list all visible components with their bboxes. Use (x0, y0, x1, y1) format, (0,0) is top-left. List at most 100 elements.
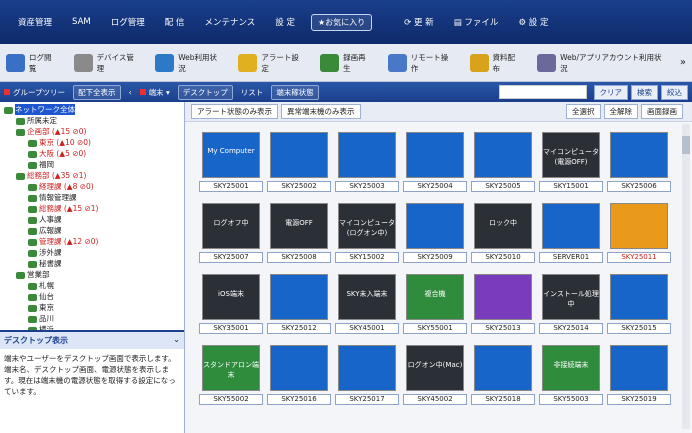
tree-node[interactable]: 仙台 (4, 291, 180, 302)
group-icon (28, 150, 37, 158)
terminal-card[interactable]: My Computer SKY25001 (199, 132, 263, 192)
terminal-card[interactable]: SERVER01 (539, 203, 603, 263)
group-icon (16, 117, 25, 125)
terminal-card[interactable]: SKY25019 (607, 345, 671, 405)
tree-node[interactable]: 総務課 (▲15 ⊘1) (4, 203, 180, 214)
terminal-card[interactable]: マイコンピュータ(ログオン中) SKY15002 (335, 203, 399, 263)
abnormal-only-button[interactable]: 異常端末機のみ表示 (281, 104, 361, 119)
alert-setting-label: アラート設定 (261, 52, 299, 73)
select-all-button[interactable]: 全選択 (566, 104, 601, 119)
toolbar-more-button[interactable]: » (680, 57, 686, 68)
list-view-button[interactable]: リスト (241, 87, 264, 98)
terminal-card[interactable]: ログオフ中 SKY25007 (199, 203, 263, 263)
show-all-button[interactable]: 配下全表示 (73, 84, 121, 100)
terminal-card[interactable]: SKY未入端末 SKY45001 (335, 274, 399, 334)
terminal-card[interactable]: 非接続端末 SKY55003 (539, 345, 603, 405)
terminal-name: SKY25016 (267, 394, 331, 405)
alert-setting-button[interactable]: アラート設定 (238, 52, 304, 74)
terminal-thumbnail: 複合機 (406, 274, 464, 320)
scrollbar[interactable] (682, 124, 690, 429)
search-button[interactable]: 検索 (631, 84, 658, 100)
menu-settings[interactable]: 設 定 (265, 16, 305, 28)
tree-node[interactable]: 東京 (4, 302, 180, 313)
tree-node[interactable]: 企画部 (▲15 ⊘0) (4, 126, 180, 137)
refresh-button[interactable]: ⟳ 更 新 (394, 16, 444, 28)
tree-node-label: 仙台 (39, 292, 54, 301)
terminal-card[interactable]: SKY25004 (403, 132, 467, 192)
status-view-button[interactable]: 端末稼状態 (271, 84, 319, 100)
terminal-card[interactable]: SKY25006 (607, 132, 671, 192)
menu-maintenance[interactable]: メンテナンス (194, 16, 265, 28)
terminal-select[interactable]: 端末 ▾ (139, 87, 170, 98)
tree-node[interactable]: 情報管理課 (4, 192, 180, 203)
terminal-name: SKY25013 (471, 323, 535, 334)
web-app-button[interactable]: Web/アプリアカウント利用状況 (537, 52, 664, 74)
tree-node[interactable]: 大阪 (▲5 ⊘0) (4, 148, 180, 159)
terminal-card[interactable]: SKY25009 (403, 203, 467, 263)
collapse-left-icon[interactable]: ‹ (129, 88, 132, 97)
tree-node[interactable]: 管理課 (▲12 ⊘0) (4, 236, 180, 247)
terminal-card[interactable]: ログオン中(Mac) SKY45002 (403, 345, 467, 405)
tree-node[interactable]: 人事課 (4, 214, 180, 225)
terminal-card[interactable]: SKY25003 (335, 132, 399, 192)
web-usage-button[interactable]: Web利用状況 (155, 52, 222, 74)
distribute-button[interactable]: 資料配布 (469, 52, 522, 74)
menu-sam[interactable]: SAM (62, 17, 101, 27)
deselect-all-button[interactable]: 全解除 (603, 104, 638, 119)
alert-only-button[interactable]: アラート状態のみ表示 (191, 104, 278, 119)
tree-node[interactable]: 福岡 (4, 159, 180, 170)
terminal-name: SKY55001 (403, 323, 467, 334)
narrow-button[interactable]: 絞込 (661, 84, 688, 100)
terminal-card[interactable]: スタンドアロン端末 SKY55002 (199, 345, 263, 405)
terminal-card[interactable]: マイコンピュータ(電源OFF) SKY15001 (539, 132, 603, 192)
scrollbar-thumb[interactable] (682, 136, 690, 154)
tree-node[interactable]: 広報課 (4, 225, 180, 236)
tree-node[interactable]: 営業部 (4, 269, 180, 280)
terminal-card[interactable]: 電源OFF SKY25008 (267, 203, 331, 263)
device-button[interactable]: デバイス管理 (73, 52, 140, 74)
tree-node[interactable]: 品川 (4, 313, 180, 324)
tree-node[interactable]: 札幌 (4, 280, 180, 291)
web-usage-label: Web利用状況 (178, 52, 218, 73)
tree-node-label: 総務課 (▲15 ⊘1) (39, 204, 99, 213)
tree-node[interactable]: ネットワーク全体 (4, 104, 180, 115)
terminal-name: SKY55002 (199, 394, 263, 405)
desktop-view-button[interactable]: デスクトップ (177, 84, 233, 100)
tree-node[interactable]: 総務部 (▲35 ⊘1) (4, 170, 180, 181)
terminal-card[interactable]: SKY25015 (607, 274, 671, 334)
record-button[interactable]: 画面録画 (641, 104, 683, 119)
favorites-button[interactable]: ★お気に入り (310, 13, 373, 31)
clear-button[interactable]: クリア (593, 84, 628, 100)
terminal-card[interactable]: SKY25017 (335, 345, 399, 405)
terminal-card[interactable]: SKY25002 (267, 132, 331, 192)
tree-node[interactable]: 秘書課 (4, 258, 180, 269)
collapse-icon[interactable]: ⌄ (173, 335, 180, 346)
tree-node[interactable]: 涉外課 (4, 247, 180, 258)
terminal-card[interactable]: iOS端末 SKY35001 (199, 274, 263, 334)
terminal-card[interactable]: 複合機 SKY55001 (403, 274, 467, 334)
tree-node[interactable]: 所属未定 (4, 115, 180, 126)
search-input[interactable] (498, 85, 587, 99)
tree-node[interactable]: 経理課 (▲8 ⊘0) (4, 181, 180, 192)
file-button[interactable]: ▤ ファイル (444, 16, 509, 28)
terminal-card[interactable]: ロック中 SKY25010 (471, 203, 535, 263)
terminal-card[interactable]: SKY25018 (471, 345, 535, 405)
config-button[interactable]: ⚙ 設 定 (508, 16, 558, 28)
menu-distribute[interactable]: 配 信 (155, 16, 195, 28)
terminal-card[interactable]: SKY25011 (607, 203, 671, 263)
terminal-thumbnail: ロック中 (474, 203, 532, 249)
terminal-card[interactable]: SKY25005 (471, 132, 535, 192)
terminal-card[interactable]: SKY25013 (471, 274, 535, 334)
group-icon (28, 183, 37, 191)
tree-node[interactable]: 東京 (▲10 ⊘0) (4, 137, 180, 148)
log-view-button[interactable]: ログ閲覧 (6, 52, 58, 74)
description-title: デスクトップ表示 (4, 336, 68, 345)
terminal-card[interactable]: SKY25012 (267, 274, 331, 334)
replay-button[interactable]: 録画再生 (320, 52, 372, 74)
menu-log[interactable]: ログ管理 (101, 16, 155, 28)
menu-asset[interactable]: 資産管理 (8, 16, 62, 28)
terminal-card[interactable]: インストール処理中 SKY25014 (539, 274, 603, 334)
remote-button[interactable]: リモート操作 (387, 52, 454, 74)
thumbnail-text: ログオン中(Mac) (407, 361, 463, 369)
terminal-card[interactable]: SKY25016 (267, 345, 331, 405)
